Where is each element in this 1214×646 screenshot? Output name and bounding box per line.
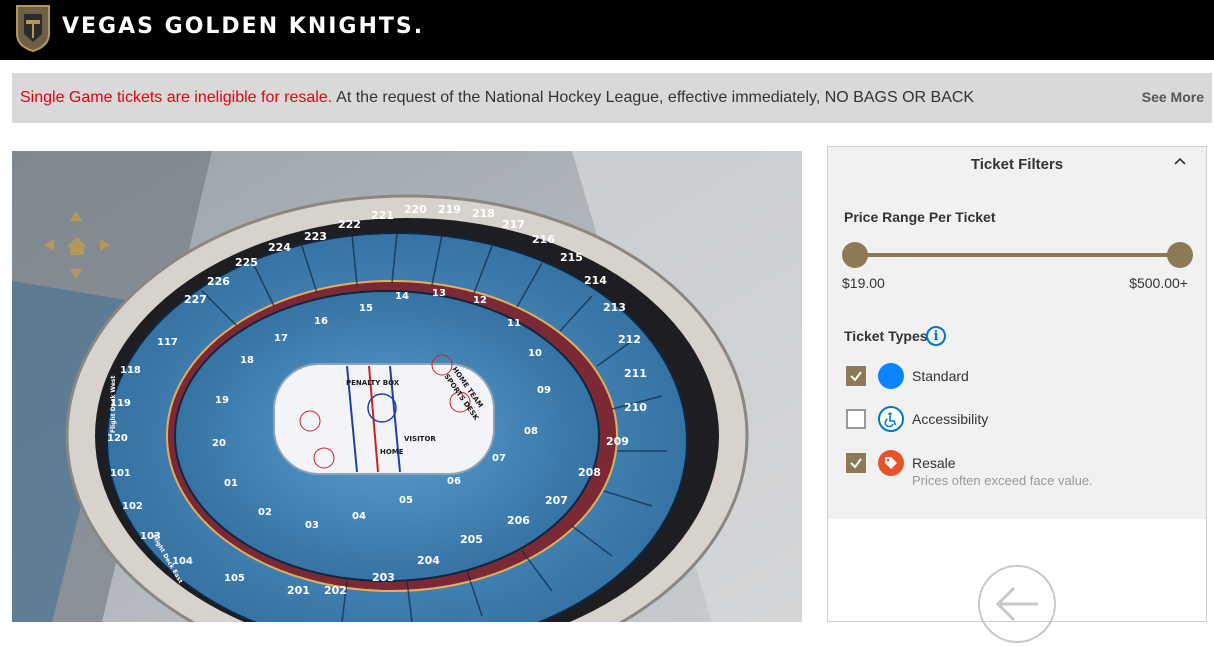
section-206[interactable]: 206	[507, 514, 530, 527]
tag-icon	[878, 450, 904, 476]
alert-message: At the request of the National Hockey Le…	[336, 89, 975, 106]
section-14[interactable]: 14	[395, 291, 409, 302]
section-221[interactable]: 221	[371, 209, 394, 222]
section-207[interactable]: 207	[545, 494, 568, 507]
alert-highlight: Single Game tickets are ineligible for r…	[20, 89, 333, 106]
section-11[interactable]: 11	[507, 318, 521, 329]
section-205[interactable]: 205	[460, 533, 483, 546]
section-01[interactable]: 01	[224, 478, 238, 489]
left-arrow-icon	[995, 586, 1038, 622]
section-120[interactable]: 120	[107, 433, 128, 444]
standard-dot-icon	[878, 363, 904, 389]
section-03[interactable]: 03	[305, 520, 319, 531]
arena-seat-map[interactable]: 227 226 225 224 223 222 221 220 219 218 …	[12, 151, 802, 622]
section-212[interactable]: 212	[618, 333, 641, 346]
section-213[interactable]: 213	[603, 301, 626, 314]
section-02[interactable]: 02	[258, 507, 272, 518]
section-211[interactable]: 211	[624, 367, 647, 380]
standard-label: Standard	[912, 368, 969, 384]
section-16[interactable]: 16	[314, 316, 328, 327]
alert-banner: Single Game tickets are ineligible for r…	[12, 73, 1212, 123]
ticket-type-accessibility[interactable]: Accessibility	[846, 406, 989, 432]
section-202[interactable]: 202	[324, 584, 347, 597]
arena-map-canvas[interactable]: 227 226 225 224 223 222 221 220 219 218 …	[12, 151, 802, 622]
section-218[interactable]: 218	[472, 207, 495, 220]
section-201[interactable]: 201	[287, 584, 310, 597]
resale-text: Resale Prices often exceed face value.	[912, 455, 1093, 488]
knight-helmet-logo-icon[interactable]	[14, 4, 52, 52]
section-20[interactable]: 20	[212, 438, 226, 449]
section-12[interactable]: 12	[473, 295, 487, 306]
section-203[interactable]: 203	[372, 571, 395, 584]
section-19[interactable]: 19	[215, 395, 229, 406]
filters-title: Ticket Filters	[970, 155, 1064, 173]
wheelchair-icon	[878, 406, 904, 432]
listing-panel	[827, 519, 1207, 643]
checkmark-icon	[850, 458, 862, 469]
section-10[interactable]: 10	[528, 348, 542, 359]
section-06[interactable]: 06	[447, 476, 461, 487]
section-223[interactable]: 223	[304, 230, 327, 243]
section-209[interactable]: 209	[606, 435, 629, 448]
penalty-box-label: PENALTY BOX	[346, 379, 400, 387]
see-more-link[interactable]: See More	[1142, 89, 1204, 105]
section-222[interactable]: 222	[338, 218, 361, 231]
accessibility-label: Accessibility	[912, 411, 989, 427]
section-08[interactable]: 08	[524, 426, 538, 437]
section-09[interactable]: 09	[537, 385, 551, 396]
section-118[interactable]: 118	[120, 365, 141, 376]
section-204[interactable]: 204	[417, 554, 440, 567]
visitor-bench-label: VISITOR	[404, 435, 436, 443]
section-219[interactable]: 219	[438, 203, 461, 216]
filters-header[interactable]: Ticket Filters	[828, 147, 1206, 181]
resale-checkbox[interactable]	[846, 453, 866, 473]
section-17[interactable]: 17	[274, 333, 288, 344]
ticket-type-standard[interactable]: Standard	[846, 363, 969, 389]
resale-sublabel: Prices often exceed face value.	[912, 473, 1093, 488]
section-18[interactable]: 18	[240, 355, 254, 366]
home-bench-label: HOME	[380, 448, 404, 456]
section-15[interactable]: 15	[359, 303, 373, 314]
price-max-handle[interactable]	[1167, 242, 1193, 268]
section-117[interactable]: 117	[157, 337, 178, 348]
section-217[interactable]: 217	[502, 218, 525, 231]
ticket-types-label: Ticket Types	[844, 328, 928, 344]
section-105[interactable]: 105	[224, 573, 245, 584]
section-102[interactable]: 102	[122, 501, 143, 512]
section-220[interactable]: 220	[404, 203, 427, 216]
price-min-handle[interactable]	[842, 242, 868, 268]
top-navbar: VEGAS GOLDEN KNIGHTS.	[0, 0, 1214, 60]
section-214[interactable]: 214	[584, 274, 607, 287]
ticket-filters-panel: Ticket Filters Price Range Per Ticket $1…	[827, 146, 1207, 520]
section-04[interactable]: 04	[352, 511, 366, 522]
price-range-label: Price Range Per Ticket	[844, 209, 996, 225]
section-227[interactable]: 227	[184, 293, 207, 306]
back-arrow-button[interactable]	[978, 565, 1056, 643]
standard-checkbox[interactable]	[846, 366, 866, 386]
resale-label: Resale	[912, 455, 956, 471]
section-215[interactable]: 215	[560, 251, 583, 264]
section-210[interactable]: 210	[624, 401, 647, 414]
chevron-up-icon[interactable]	[1174, 155, 1186, 167]
info-icon[interactable]: i	[926, 326, 946, 346]
section-225[interactable]: 225	[235, 256, 258, 269]
accessibility-checkbox[interactable]	[846, 409, 866, 429]
price-min-value: $19.00	[842, 275, 885, 291]
section-07[interactable]: 07	[492, 453, 506, 464]
price-range-track[interactable]	[856, 253, 1180, 257]
checkmark-icon	[850, 371, 862, 382]
price-max-value: $500.00+	[1129, 275, 1188, 291]
section-226[interactable]: 226	[207, 275, 230, 288]
section-13[interactable]: 13	[432, 288, 446, 299]
section-216[interactable]: 216	[532, 233, 555, 246]
section-101[interactable]: 101	[110, 468, 131, 479]
ticket-type-resale[interactable]: Resale Prices often exceed face value.	[846, 450, 1093, 488]
flight-deck-west-label: Flight Deck West	[110, 376, 117, 433]
section-224[interactable]: 224	[268, 241, 291, 254]
brand-name[interactable]: VEGAS GOLDEN KNIGHTS.	[62, 14, 424, 39]
section-05[interactable]: 05	[399, 495, 413, 506]
section-208[interactable]: 208	[578, 466, 601, 479]
